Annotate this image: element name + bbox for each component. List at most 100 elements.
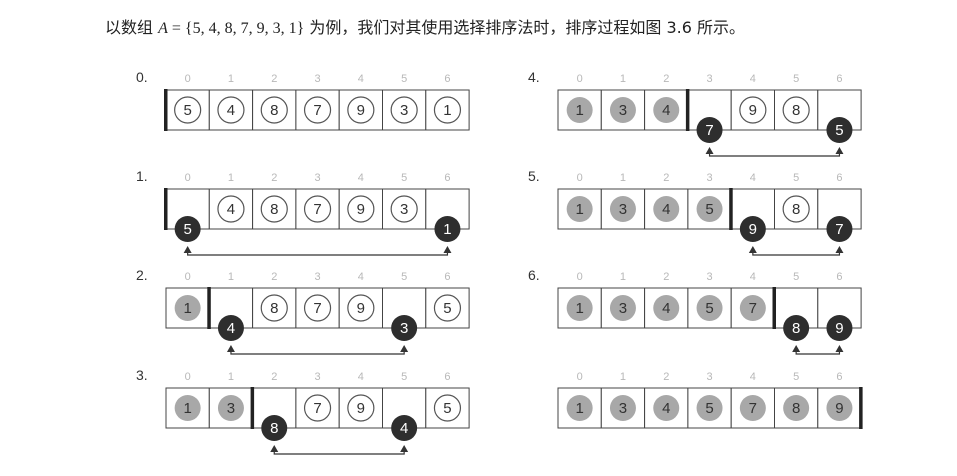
element-value: 8 — [270, 201, 278, 218]
element-value: 3 — [400, 102, 408, 119]
swap-arrowhead — [835, 147, 844, 154]
index-label: 4 — [358, 172, 364, 184]
element-value: 8 — [792, 102, 800, 119]
index-label: 3 — [706, 73, 712, 85]
index-label: 0 — [185, 73, 191, 85]
swap-arrowhead — [183, 246, 192, 253]
index-label: 0 — [577, 73, 583, 85]
element-value: 9 — [357, 300, 365, 317]
index-label: 6 — [444, 271, 450, 283]
step-label: 5. — [528, 168, 540, 184]
sorted-boundary-bar — [685, 89, 690, 131]
index-label: 1 — [620, 73, 626, 85]
index-label: 4 — [750, 73, 756, 85]
element-value: 5 — [443, 300, 451, 317]
index-label: 1 — [620, 172, 626, 184]
element-value: 8 — [792, 201, 800, 218]
element-value: 9 — [749, 102, 757, 119]
element-value: 1 — [443, 221, 451, 238]
element-value: 9 — [835, 400, 843, 417]
element-value: 4 — [227, 201, 235, 218]
swap-arrowhead — [400, 345, 409, 352]
index-label: 5 — [793, 73, 799, 85]
sorted-boundary-bar — [164, 188, 168, 230]
sorted-boundary-bar — [859, 387, 863, 429]
element-value: 8 — [270, 420, 278, 437]
swap-arrowhead — [270, 445, 279, 452]
element-value: 5 — [705, 300, 713, 317]
element-value: 8 — [270, 102, 278, 119]
step-label: 1. — [136, 168, 148, 184]
swap-arrowhead — [443, 246, 452, 253]
swap-arrow-line — [273, 451, 405, 455]
element-value: 9 — [357, 400, 365, 417]
index-label: 5 — [401, 73, 407, 85]
step-label: 0. — [136, 69, 148, 85]
element-value: 7 — [313, 300, 321, 317]
element-value: 9 — [357, 201, 365, 218]
element-value: 3 — [400, 320, 408, 337]
index-label: 3 — [706, 271, 712, 283]
element-value: 5 — [705, 400, 713, 417]
index-label: 5 — [401, 172, 407, 184]
index-label: 6 — [444, 371, 450, 383]
index-label: 2 — [663, 271, 669, 283]
element-value: 3 — [619, 300, 627, 317]
element-value: 7 — [835, 221, 843, 238]
element-value: 1 — [575, 300, 583, 317]
index-label: 4 — [358, 271, 364, 283]
index-label: 6 — [836, 371, 842, 383]
index-label: 3 — [314, 73, 320, 85]
swap-arrowhead — [226, 345, 235, 352]
index-label: 3 — [314, 172, 320, 184]
step-label: 3. — [136, 367, 148, 383]
element-value: 7 — [313, 201, 321, 218]
swap-arrow-line — [752, 252, 841, 256]
swap-arrowhead — [792, 345, 801, 352]
index-label: 0 — [185, 172, 191, 184]
element-value: 3 — [619, 400, 627, 417]
step-label: 6. — [528, 267, 540, 283]
sorted-boundary-bar — [729, 188, 733, 230]
step-label: 4. — [528, 69, 540, 85]
element-value: 4 — [662, 201, 670, 218]
swap-arrowhead — [705, 147, 714, 154]
index-label: 1 — [228, 271, 234, 283]
element-value: 3 — [400, 201, 408, 218]
index-label: 0 — [577, 172, 583, 184]
index-label: 2 — [271, 271, 277, 283]
swap-arrow-line — [708, 153, 841, 157]
index-label: 6 — [836, 172, 842, 184]
swap-arrowhead — [748, 246, 757, 253]
element-value: 1 — [575, 400, 583, 417]
index-label: 6 — [836, 271, 842, 283]
index-label: 0 — [577, 271, 583, 283]
index-label: 4 — [750, 371, 756, 383]
index-label: 2 — [663, 172, 669, 184]
index-label: 2 — [663, 371, 669, 383]
element-value: 8 — [792, 320, 800, 337]
sorted-boundary-bar — [772, 287, 776, 329]
element-value: 5 — [443, 400, 451, 417]
element-value: 7 — [313, 102, 321, 119]
index-label: 1 — [620, 271, 626, 283]
swap-arrow-line — [230, 351, 405, 355]
index-label: 6 — [444, 73, 450, 85]
swap-arrowhead — [835, 246, 844, 253]
index-label: 2 — [663, 73, 669, 85]
index-label: 5 — [793, 371, 799, 383]
index-label: 5 — [401, 371, 407, 383]
index-label: 4 — [750, 271, 756, 283]
index-label: 0 — [185, 371, 191, 383]
element-value: 3 — [619, 201, 627, 218]
element-value: 9 — [357, 102, 365, 119]
index-label: 2 — [271, 172, 277, 184]
swap-arrow-line — [795, 351, 841, 355]
index-label: 4 — [358, 73, 364, 85]
sorted-boundary-bar — [207, 287, 211, 329]
index-label: 0 — [185, 271, 191, 283]
index-label: 5 — [793, 271, 799, 283]
selection-sort-diagram: 0. 0 1 2 3 4 5 6 5 4 8 7 9 3 1 1. 0 1 2 3 4 5 6 5 4 8 7 9 3 1 2. 0 1 2 3 4 5… — [136, 69, 863, 455]
sorted-boundary-bar — [164, 89, 168, 131]
element-value: 5 — [183, 221, 191, 238]
